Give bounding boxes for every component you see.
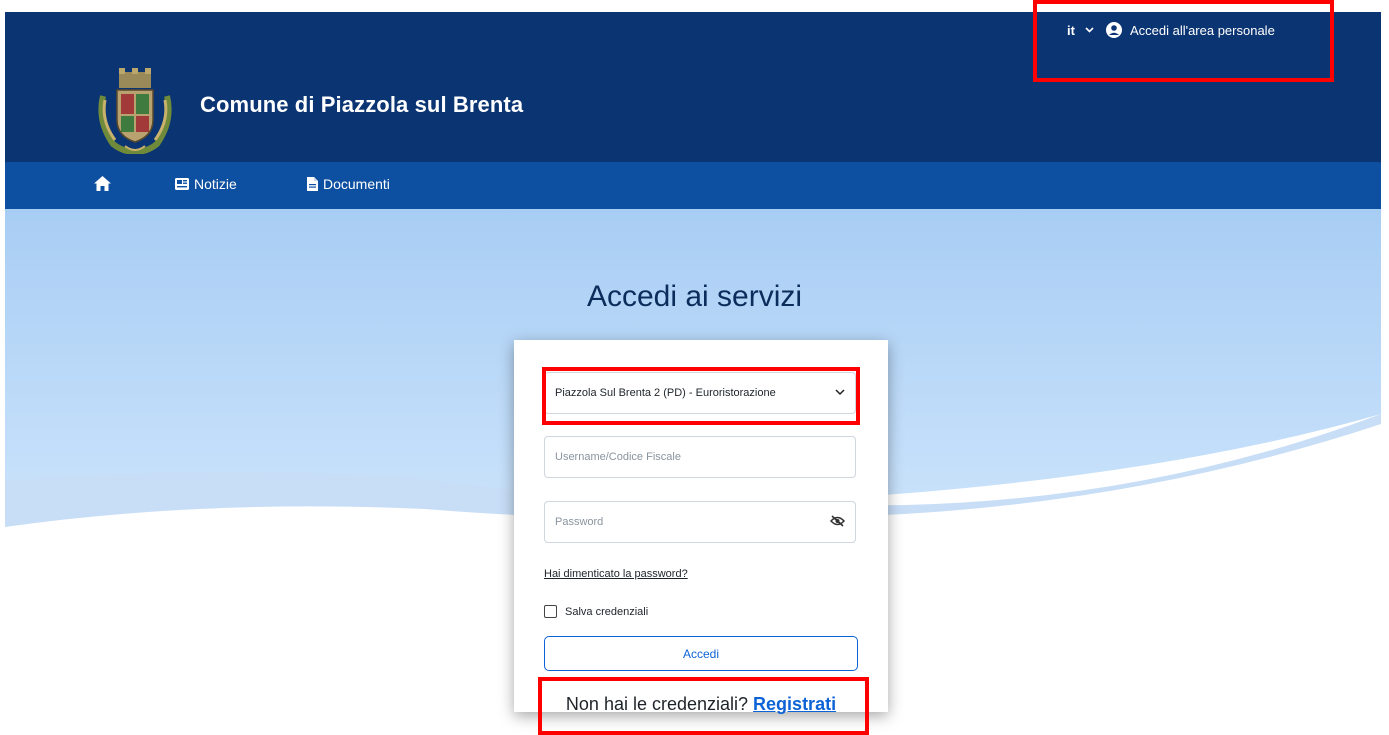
forgot-password-link[interactable]: Hai dimenticato la password?	[544, 568, 688, 580]
password-placeholder: Password	[555, 516, 604, 528]
nav-notizie-label: Notizie	[194, 176, 237, 192]
municipal-crest-logo[interactable]	[95, 66, 175, 156]
nav-documenti[interactable]: Documenti	[307, 176, 390, 192]
highlight-box-register	[538, 677, 869, 735]
nav-home[interactable]	[94, 176, 116, 191]
document-icon	[307, 177, 318, 191]
username-placeholder: Username/Codice Fiscale	[555, 451, 681, 463]
nav-notizie[interactable]: Notizie	[175, 176, 237, 192]
site-title[interactable]: Comune di Piazzola sul Brenta	[200, 92, 523, 118]
newspaper-icon	[175, 178, 189, 190]
login-submit-button[interactable]: Accedi	[544, 636, 858, 671]
password-field[interactable]: Password	[544, 501, 856, 543]
highlight-box-login-area	[1033, 0, 1334, 82]
highlight-box-service-select	[542, 367, 860, 425]
page-title: Accedi ai servizi	[586, 280, 803, 313]
username-field[interactable]: Username/Codice Fiscale	[544, 436, 856, 478]
save-credentials-label: Salva credenziali	[565, 605, 649, 618]
eye-slash-icon[interactable]	[829, 514, 846, 530]
save-credentials-checkbox[interactable]	[544, 605, 557, 618]
save-credentials-row[interactable]: Salva credenziali	[544, 605, 648, 618]
home-icon	[94, 176, 111, 191]
nav-documenti-label: Documenti	[323, 176, 390, 192]
